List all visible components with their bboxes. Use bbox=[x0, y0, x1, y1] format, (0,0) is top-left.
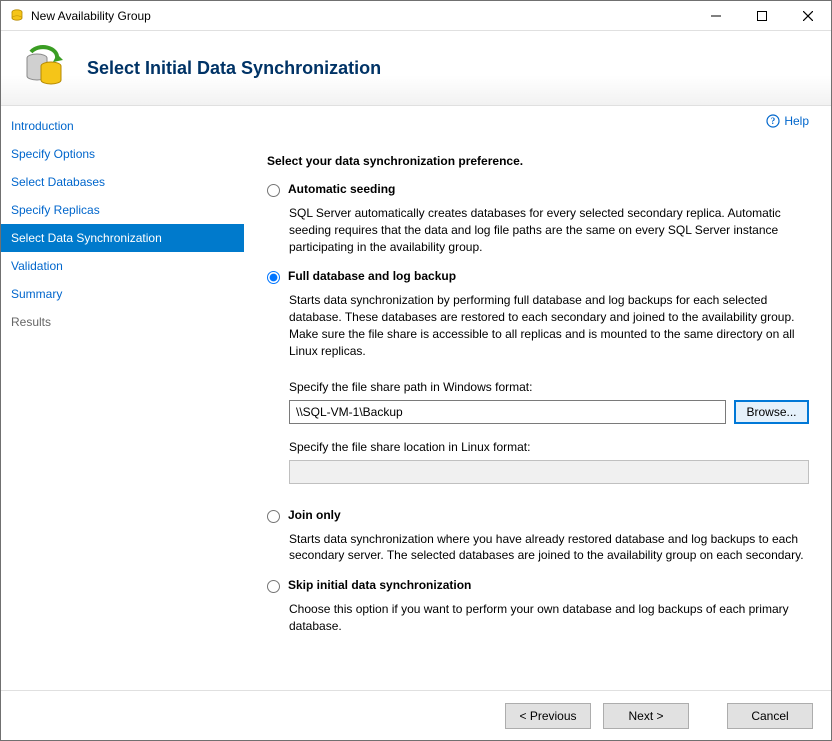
sidebar-item-select-databases[interactable]: Select Databases bbox=[1, 168, 244, 196]
page-title: Select Initial Data Synchronization bbox=[87, 58, 381, 79]
option-full-backup-title: Full database and log backup bbox=[288, 269, 456, 283]
help-label: Help bbox=[784, 114, 809, 128]
sidebar-item-results: Results bbox=[1, 308, 244, 336]
close-button[interactable] bbox=[785, 1, 831, 30]
section-intro: Select your data synchronization prefere… bbox=[267, 154, 809, 168]
window-title: New Availability Group bbox=[31, 9, 693, 23]
wizard-steps-sidebar: Introduction Specify Options Select Data… bbox=[1, 106, 245, 690]
radio-full-backup[interactable] bbox=[267, 271, 280, 284]
option-automatic-seeding-desc: SQL Server automatically creates databas… bbox=[289, 205, 809, 255]
next-button[interactable]: Next > bbox=[603, 703, 689, 729]
wizard-main-pane: ? Help Select your data synchronization … bbox=[245, 106, 831, 690]
radio-skip-sync[interactable] bbox=[267, 580, 280, 593]
wizard-window: New Availability Group Select bbox=[0, 0, 832, 741]
wizard-body: Introduction Specify Options Select Data… bbox=[1, 106, 831, 690]
sidebar-item-specify-options[interactable]: Specify Options bbox=[1, 140, 244, 168]
sidebar-item-select-data-sync[interactable]: Select Data Synchronization bbox=[1, 224, 244, 252]
app-icon bbox=[9, 8, 25, 24]
browse-button[interactable]: Browse... bbox=[734, 400, 809, 424]
linux-path-input bbox=[289, 460, 809, 484]
option-skip-sync-title: Skip initial data synchronization bbox=[288, 578, 471, 592]
option-join-only-title: Join only bbox=[288, 508, 341, 522]
option-join-only-desc: Starts data synchronization where you ha… bbox=[289, 531, 809, 565]
option-automatic-seeding-title: Automatic seeding bbox=[288, 182, 395, 196]
window-controls bbox=[693, 1, 831, 30]
sidebar-item-summary[interactable]: Summary bbox=[1, 280, 244, 308]
linux-path-label: Specify the file share location in Linux… bbox=[289, 440, 809, 454]
minimize-button[interactable] bbox=[693, 1, 739, 30]
wizard-footer: < Previous Next > Cancel bbox=[1, 690, 831, 740]
database-sync-icon bbox=[21, 44, 69, 92]
radio-join-only[interactable] bbox=[267, 510, 280, 523]
cancel-button[interactable]: Cancel bbox=[727, 703, 813, 729]
option-join-only[interactable]: Join only bbox=[267, 508, 809, 523]
windows-path-label: Specify the file share path in Windows f… bbox=[289, 380, 809, 394]
windows-path-row: Browse... bbox=[289, 400, 809, 424]
option-skip-sync-desc: Choose this option if you want to perfor… bbox=[289, 601, 809, 635]
option-full-backup[interactable]: Full database and log backup bbox=[267, 269, 809, 284]
windows-path-input[interactable] bbox=[289, 400, 726, 424]
radio-automatic-seeding[interactable] bbox=[267, 184, 280, 197]
previous-button[interactable]: < Previous bbox=[505, 703, 591, 729]
help-icon: ? bbox=[766, 114, 780, 128]
option-skip-sync[interactable]: Skip initial data synchronization bbox=[267, 578, 809, 593]
option-automatic-seeding[interactable]: Automatic seeding bbox=[267, 182, 809, 197]
sidebar-item-introduction[interactable]: Introduction bbox=[1, 112, 244, 140]
sidebar-item-validation[interactable]: Validation bbox=[1, 252, 244, 280]
svg-text:?: ? bbox=[771, 116, 776, 126]
titlebar: New Availability Group bbox=[1, 1, 831, 31]
help-link[interactable]: ? Help bbox=[766, 114, 809, 128]
sidebar-item-specify-replicas[interactable]: Specify Replicas bbox=[1, 196, 244, 224]
wizard-header: Select Initial Data Synchronization bbox=[1, 31, 831, 106]
maximize-button[interactable] bbox=[739, 1, 785, 30]
option-full-backup-desc: Starts data synchronization by performin… bbox=[289, 292, 809, 359]
linux-path-row bbox=[289, 460, 809, 484]
